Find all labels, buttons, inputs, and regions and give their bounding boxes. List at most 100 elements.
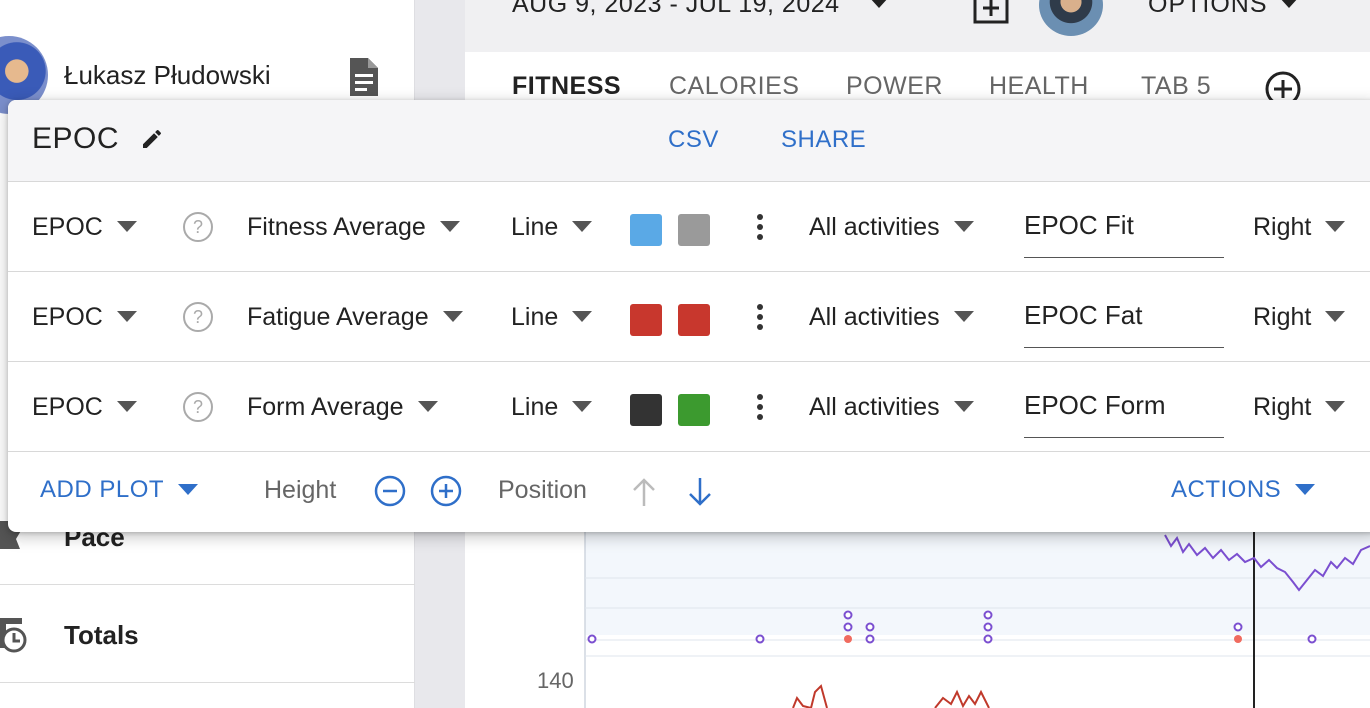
help-icon[interactable]: ?	[182, 362, 214, 452]
metric-select-value: EPOC	[32, 302, 103, 331]
activity-select[interactable]: All activities	[809, 182, 974, 272]
add-box-icon[interactable]	[972, 0, 1010, 24]
tab-tab5[interactable]: TAB 5	[1141, 72, 1211, 101]
tab-calories[interactable]: CALORIES	[669, 72, 799, 101]
chevron-down-icon	[116, 311, 137, 322]
primary-color-swatch[interactable]	[630, 394, 662, 426]
statistic-select-value: Fitness Average	[247, 212, 426, 241]
chevron-down-icon	[572, 401, 593, 412]
data-point[interactable]	[587, 634, 597, 644]
data-point[interactable]	[983, 622, 993, 632]
chevron-down-icon	[1325, 311, 1346, 322]
activity-select-value: All activities	[809, 212, 940, 241]
more-vert-icon[interactable]	[752, 182, 768, 272]
document-icon[interactable]	[346, 56, 382, 98]
help-icon[interactable]: ?	[182, 182, 214, 272]
axis-side-select[interactable]: Right	[1253, 182, 1346, 272]
chevron-down-icon	[116, 221, 137, 232]
panel-header: EPOC CSV SHARE	[8, 100, 1370, 182]
metric-select[interactable]: EPOC	[32, 362, 137, 452]
activity-select[interactable]: All activities	[809, 272, 974, 362]
share-button[interactable]: SHARE	[781, 126, 866, 154]
series-label-input[interactable]: EPOC Fit	[1024, 200, 1224, 258]
user-name: Łukasz Płudowski	[64, 60, 271, 90]
edit-icon[interactable]	[140, 127, 164, 151]
primary-color-swatch[interactable]	[630, 304, 662, 336]
data-point-red[interactable]	[1234, 635, 1242, 643]
metric-select[interactable]: EPOC	[32, 272, 137, 362]
tab-health[interactable]: HEALTH	[989, 72, 1089, 101]
position-label: Position	[498, 476, 587, 504]
series-label-input[interactable]: EPOC Fat	[1024, 290, 1224, 348]
data-point[interactable]	[843, 622, 853, 632]
more-vert-icon[interactable]	[752, 272, 768, 362]
divider	[0, 584, 415, 585]
red-series-line	[792, 684, 990, 708]
options-menu[interactable]: OPTIONS	[1148, 0, 1268, 19]
statistic-select[interactable]: Fatigue Average	[247, 272, 463, 362]
chevron-down-icon	[1325, 221, 1346, 232]
help-circle-icon: ?	[183, 212, 213, 242]
plot-row: EPOC ? Fatigue Average Line All activiti…	[8, 272, 1370, 362]
help-circle-icon: ?	[183, 392, 213, 422]
add-circle-icon[interactable]	[430, 475, 462, 507]
secondary-color-swatch[interactable]	[678, 214, 710, 246]
more-vert-icon[interactable]	[752, 362, 768, 452]
csv-button[interactable]: CSV	[668, 126, 719, 154]
axis-side-select[interactable]: Right	[1253, 362, 1346, 452]
primary-color-swatch[interactable]	[630, 214, 662, 246]
line-style-select[interactable]: Line	[511, 272, 593, 362]
add-plot-button[interactable]: ADD PLOT	[40, 476, 199, 504]
activity-select[interactable]: All activities	[809, 362, 974, 452]
secondary-color-swatch[interactable]	[678, 304, 710, 336]
chart-editor-panel: EPOC CSV SHARE EPOC ? Fitness Average Li…	[8, 100, 1370, 532]
remove-circle-icon[interactable]	[374, 475, 406, 507]
svg-text:?: ?	[193, 397, 203, 417]
help-icon[interactable]: ?	[182, 272, 214, 362]
tab-power[interactable]: POWER	[846, 72, 943, 101]
data-point[interactable]	[865, 634, 875, 644]
statistic-select[interactable]: Fitness Average	[247, 182, 460, 272]
series-label-input[interactable]: EPOC Form	[1024, 380, 1224, 438]
axis-side-select[interactable]: Right	[1253, 272, 1346, 362]
statistic-select[interactable]: Form Average	[247, 362, 438, 452]
chevron-down-icon	[572, 221, 593, 232]
arrow-down-icon[interactable]	[686, 476, 714, 508]
metric-select-value: EPOC	[32, 392, 103, 421]
height-label: Height	[264, 476, 337, 504]
chevron-down-icon	[953, 311, 974, 322]
svg-text:?: ?	[193, 307, 203, 327]
chevron-down-icon	[953, 221, 974, 232]
axis-side-value: Right	[1253, 392, 1312, 421]
data-point-red[interactable]	[844, 635, 852, 643]
data-point[interactable]	[755, 634, 765, 644]
line-style-value: Line	[511, 392, 559, 421]
panel-footer: ADD PLOT Height Position ACTIONS	[8, 452, 1370, 532]
line-style-select[interactable]: Line	[511, 362, 593, 452]
line-style-select[interactable]: Line	[511, 182, 593, 272]
chevron-down-icon[interactable]	[1278, 0, 1300, 10]
data-point[interactable]	[843, 610, 853, 620]
totals-icon	[0, 618, 27, 653]
sidebar-item-totals[interactable]: Totals	[64, 620, 139, 651]
data-point[interactable]	[1233, 622, 1243, 632]
data-point[interactable]	[1307, 634, 1317, 644]
tab-fitness[interactable]: FITNESS	[512, 72, 621, 101]
statistic-select-value: Form Average	[247, 392, 404, 421]
divider	[0, 682, 415, 683]
data-point[interactable]	[865, 622, 875, 632]
actions-button[interactable]: ACTIONS	[1171, 476, 1316, 504]
data-point[interactable]	[983, 634, 993, 644]
chevron-down-icon	[417, 401, 438, 412]
arrow-up-icon	[633, 478, 655, 506]
axis-side-value: Right	[1253, 212, 1312, 241]
chevron-down-icon	[439, 221, 460, 232]
data-point[interactable]	[983, 610, 993, 620]
date-range-selector[interactable]: AUG 9, 2023 - JUL 19, 2024	[512, 0, 840, 19]
chevron-down-icon[interactable]	[868, 0, 890, 10]
chevron-down-icon	[1295, 484, 1316, 495]
chevron-down-icon	[953, 401, 974, 412]
svg-text:?: ?	[193, 217, 203, 237]
metric-select[interactable]: EPOC	[32, 182, 137, 272]
secondary-color-swatch[interactable]	[678, 394, 710, 426]
